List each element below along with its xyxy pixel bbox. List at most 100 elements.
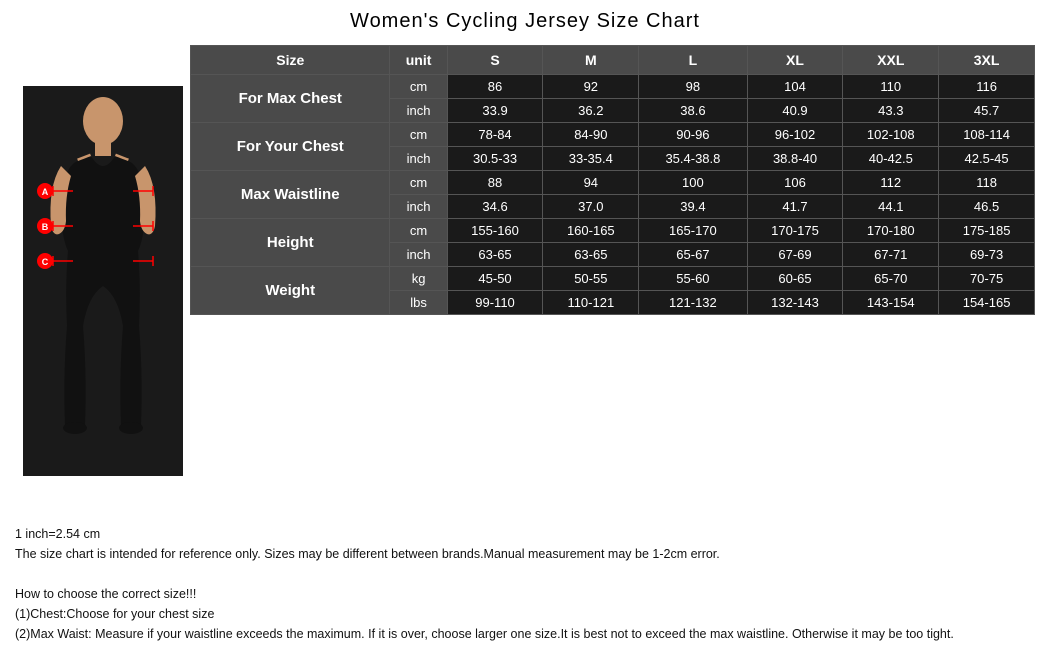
unit-cm-1: cm <box>390 75 447 99</box>
data-cell: 69-73 <box>939 243 1035 267</box>
notes-section: 1 inch=2.54 cm The size chart is intende… <box>15 524 1035 644</box>
data-cell: 38.6 <box>639 99 747 123</box>
data-cell: 44.1 <box>843 195 939 219</box>
data-cell: 40.9 <box>747 99 843 123</box>
header-m: M <box>543 46 639 75</box>
table-section: Size unit S M L XL XXL 3XL For Max Chest <box>190 45 1035 516</box>
table-header-row: Size unit S M L XL XXL 3XL <box>191 46 1035 75</box>
data-cell: 43.3 <box>843 99 939 123</box>
data-cell: 90-96 <box>639 123 747 147</box>
note-line-2: The size chart is intended for reference… <box>15 544 1035 564</box>
unit-kg: kg <box>390 267 447 291</box>
page-wrapper: Women's Cycling Jersey Size Chart <box>0 0 1050 654</box>
data-cell: 63-65 <box>543 243 639 267</box>
data-cell: 118 <box>939 171 1035 195</box>
unit-inch-2: inch <box>390 147 447 171</box>
data-cell: 155-160 <box>447 219 543 243</box>
table-row: Height cm 155-160 160-165 165-170 170-17… <box>191 219 1035 243</box>
unit-inch-1: inch <box>390 99 447 123</box>
data-cell: 46.5 <box>939 195 1035 219</box>
table-row: Weight kg 45-50 50-55 55-60 60-65 65-70 … <box>191 267 1035 291</box>
note-line-6: (2)Max Waist: Measure if your waistline … <box>15 624 1035 644</box>
data-cell: 67-71 <box>843 243 939 267</box>
data-cell: 110 <box>843 75 939 99</box>
table-row: For Your Chest cm 78-84 84-90 90-96 96-1… <box>191 123 1035 147</box>
data-cell: 175-185 <box>939 219 1035 243</box>
data-cell: 36.2 <box>543 99 639 123</box>
data-cell: 30.5-33 <box>447 147 543 171</box>
data-cell: 78-84 <box>447 123 543 147</box>
note-line-4: How to choose the correct size!!! <box>15 584 1035 604</box>
label-max-chest: For Max Chest <box>191 75 390 123</box>
data-cell: 38.8-40 <box>747 147 843 171</box>
data-cell: 110-121 <box>543 291 639 315</box>
image-section: A B C <box>15 45 190 516</box>
note-line-1: 1 inch=2.54 cm <box>15 524 1035 544</box>
data-cell: 33-35.4 <box>543 147 639 171</box>
data-cell: 160-165 <box>543 219 639 243</box>
data-cell: 154-165 <box>939 291 1035 315</box>
svg-text:C: C <box>41 257 48 267</box>
data-cell: 42.5-45 <box>939 147 1035 171</box>
data-cell: 170-180 <box>843 219 939 243</box>
data-cell: 33.9 <box>447 99 543 123</box>
content-area: A B C <box>15 45 1035 516</box>
data-cell: 165-170 <box>639 219 747 243</box>
data-cell: 94 <box>543 171 639 195</box>
data-cell: 98 <box>639 75 747 99</box>
data-cell: 45.7 <box>939 99 1035 123</box>
data-cell: 121-132 <box>639 291 747 315</box>
data-cell: 112 <box>843 171 939 195</box>
data-cell: 96-102 <box>747 123 843 147</box>
header-size: Size <box>191 46 390 75</box>
data-cell: 67-69 <box>747 243 843 267</box>
unit-lbs: lbs <box>390 291 447 315</box>
data-cell: 35.4-38.8 <box>639 147 747 171</box>
unit-inch-3: inch <box>390 195 447 219</box>
data-cell: 65-70 <box>843 267 939 291</box>
data-cell: 170-175 <box>747 219 843 243</box>
label-height: Height <box>191 219 390 267</box>
table-row: For Max Chest cm 86 92 98 104 110 116 <box>191 75 1035 99</box>
data-cell: 37.0 <box>543 195 639 219</box>
data-cell: 99-110 <box>447 291 543 315</box>
data-cell: 106 <box>747 171 843 195</box>
data-cell: 84-90 <box>543 123 639 147</box>
size-chart-table: Size unit S M L XL XXL 3XL For Max Chest <box>190 45 1035 315</box>
unit-inch-4: inch <box>390 243 447 267</box>
table-row: Max Waistline cm 88 94 100 106 112 118 <box>191 171 1035 195</box>
data-cell: 88 <box>447 171 543 195</box>
header-xl: XL <box>747 46 843 75</box>
data-cell: 65-67 <box>639 243 747 267</box>
data-cell: 45-50 <box>447 267 543 291</box>
data-cell: 143-154 <box>843 291 939 315</box>
data-cell: 102-108 <box>843 123 939 147</box>
data-cell: 50-55 <box>543 267 639 291</box>
data-cell: 55-60 <box>639 267 747 291</box>
unit-cm-4: cm <box>390 219 447 243</box>
header-unit: unit <box>390 46 447 75</box>
data-cell: 60-65 <box>747 267 843 291</box>
data-cell: 92 <box>543 75 639 99</box>
data-cell: 132-143 <box>747 291 843 315</box>
note-spacer <box>15 564 1035 584</box>
note-line-5: (1)Chest:Choose for your chest size <box>15 604 1035 624</box>
data-cell: 41.7 <box>747 195 843 219</box>
model-image: A B C <box>23 86 183 476</box>
header-3xl: 3XL <box>939 46 1035 75</box>
unit-cm-3: cm <box>390 171 447 195</box>
data-cell: 39.4 <box>639 195 747 219</box>
data-cell: 108-114 <box>939 123 1035 147</box>
data-cell: 40-42.5 <box>843 147 939 171</box>
header-xxl: XXL <box>843 46 939 75</box>
svg-text:B: B <box>41 222 48 232</box>
data-cell: 116 <box>939 75 1035 99</box>
label-your-chest: For Your Chest <box>191 123 390 171</box>
data-cell: 104 <box>747 75 843 99</box>
data-cell: 86 <box>447 75 543 99</box>
header-s: S <box>447 46 543 75</box>
data-cell: 100 <box>639 171 747 195</box>
header-l: L <box>639 46 747 75</box>
data-cell: 34.6 <box>447 195 543 219</box>
unit-cm-2: cm <box>390 123 447 147</box>
